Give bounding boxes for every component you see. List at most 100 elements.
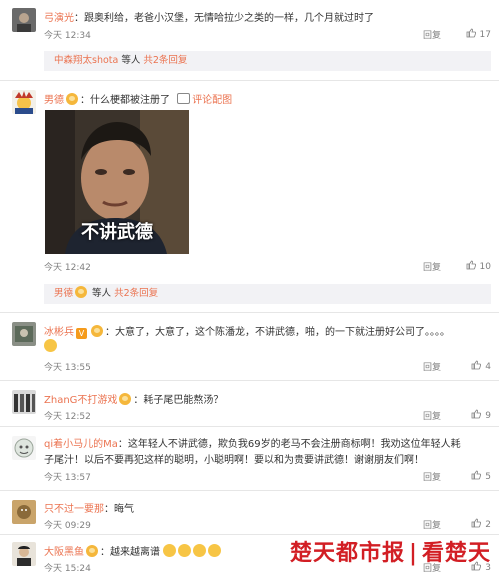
more-replies-link[interactable]: 共2条回复 [114,288,158,299]
clap-emoji-icon [193,544,207,557]
like-button[interactable]: 9 [471,409,491,421]
avatar[interactable] [12,322,36,346]
comment-body: ：越来越离谱 [100,547,160,558]
fan-badge-icon [66,93,78,105]
comment-text: 男德 ：什么梗都被注册了 评论配图 [44,91,491,106]
thumbs-up-icon [466,28,476,38]
timestamp: 今天 12:42 [44,263,91,273]
thumbs-up-icon [471,470,482,480]
comment-text: 弓演光：跟奥利给，老爸小汉堡，无情哈拉少之类的一样，几个月就过时了 [44,9,491,24]
comment-body: ：晦气 [104,504,134,515]
divider [0,312,499,313]
comment-body: ：耗子尾巴能熬汤？ [133,395,224,406]
reply-usernames[interactable]: 男德 [54,288,73,299]
reply-button[interactable]: 回复 [423,360,441,373]
comment-text: 冰彬兵 V ：大意了，大意了，这个陈潘龙，不讲武德，啪，的一下就注册好公司了。。。。 [44,323,491,339]
like-count: 5 [485,472,491,482]
thumbs-up-icon [471,409,482,419]
comment-item: 弓演光：跟奥利给，老爸小汉堡，无情哈拉少之类的一样，几个月就过时了 今天 12:… [0,0,499,78]
like-button[interactable]: 10 [466,260,491,272]
more-replies-link[interactable]: 共2条回复 [143,55,187,66]
timestamp: 今天 12:34 [44,31,91,41]
reply-sep: 等人 [89,288,115,299]
fan-badge-icon [91,325,103,337]
watermark-right: 看楚天 [421,540,491,566]
comment-text: 大阪黑鱼 ：越来越离谱 [44,543,279,558]
avatar[interactable] [12,8,36,32]
watermark-separator: | [408,540,418,566]
meme-caption: 不讲武德 [81,222,153,243]
comment-item: 冰彬兵 V ：大意了，大意了，这个陈潘龙，不讲武德，啪，的一下就注册好公司了。。。。… [0,314,499,378]
avatar[interactable] [12,542,36,566]
comment-text: ZhanG不打游戏 ：耗子尾巴能熬汤？ [44,391,491,406]
comment-body: ：跟奥利给，老爸小汉堡，无情哈拉少之类的一样，几个月就过时了 [74,13,374,24]
divider [0,426,499,427]
comment-text-continued: 子尾汁！以后不要再犯这样的聪明，小聪明啊！要以和为贵要讲武德！谢谢朋友们啊！ [44,451,491,466]
divider [0,380,499,381]
watermark-left: 楚天都市报 [289,540,405,566]
comment-meta: 今天 09:29 回复 2 [44,518,491,532]
reply-button[interactable]: 回复 [423,28,441,41]
username[interactable]: 只不过一要那 [44,504,104,515]
clap-emoji-icon [178,544,192,557]
like-count: 17 [479,30,491,40]
divider [0,490,499,491]
username[interactable]: ZhanG不打游戏 [44,395,117,406]
comment-footer: 今天 12:42 回复 10 男德 等人 共2条回复 [0,258,499,310]
comment-meta: 今天 12:42 回复 10 [44,260,491,274]
username[interactable]: 大阪黑鱼 [44,547,84,558]
like-count: 10 [479,262,491,272]
username[interactable]: 男德 [44,95,64,106]
comment-meta: 今天 12:34 回复 17 [44,28,491,42]
comment-picture-link[interactable]: 评论配图 [177,93,233,106]
like-button[interactable]: 5 [471,470,491,482]
reply-usernames[interactable]: 中森翔太shota [54,55,118,66]
username[interactable]: qi着小马儿的Ma [44,439,118,450]
comment-emoji-line [44,339,491,353]
timestamp: 今天 13:55 [44,363,91,373]
comment-body: ：大意了，大意了，这个陈潘龙，不讲武德，啪，的一下就注册好公司了。。。。 [105,327,450,338]
laughing-emoji-icon [44,339,57,352]
thumbs-up-icon [471,518,482,528]
comment-item: 只不过一要那：晦气 今天 09:29 回复 2 [0,492,499,534]
timestamp: 今天 13:57 [44,473,91,483]
picture-link-label: 评论配图 [192,95,233,106]
like-count: 2 [485,520,491,530]
comment-body-line2: 子尾汁！以后不要再犯这样的聪明，小聪明啊！要以和为贵要讲武德！谢谢朋友们啊！ [44,455,424,466]
divider [0,80,499,81]
like-button[interactable]: 2 [471,518,491,530]
reply-button[interactable]: 回复 [423,409,441,422]
like-count: 9 [485,411,491,421]
timestamp: 今天 15:24 [44,564,91,574]
comment-image[interactable]: 不讲武德 [45,110,189,254]
avatar[interactable] [12,500,36,524]
reply-summary[interactable]: 男德 等人 共2条回复 [44,284,491,304]
comment-body: ：这年轻人不讲武德，欺负我69岁的老马不会注册商标啊！我劝这位年轻人耗 [117,439,461,450]
like-button[interactable]: 17 [466,28,491,40]
reply-button[interactable]: 回复 [423,260,441,273]
username[interactable]: 弓演光 [44,13,74,24]
comment-meta: 今天 12:52 回复 9 [44,409,491,423]
reply-summary[interactable]: 中森翔太shota 等人 共2条回复 [44,51,491,71]
like-button[interactable]: 4 [471,360,491,372]
reply-sep: 等人 [118,55,144,66]
clap-emoji-icon [163,544,177,557]
comment-item: qi着小马儿的Ma：这年轻人不讲武德，欺负我69岁的老马不会注册商标啊！我劝这位… [0,428,499,488]
comment-text: 只不过一要那：晦气 [44,500,491,515]
thumbs-up-icon [471,360,482,370]
reply-button[interactable]: 回复 [423,470,441,483]
comment-meta: 今天 13:55 回复 4 [44,360,491,374]
timestamp: 今天 09:29 [44,521,91,531]
avatar[interactable] [12,390,36,414]
comment-item: ZhanG不打游戏 ：耗子尾巴能熬汤？ 今天 12:52 回复 9 [0,382,499,426]
avatar[interactable] [12,90,36,114]
verified-icon: V [76,328,87,339]
timestamp: 今天 12:52 [44,412,91,422]
comment-text: qi着小马儿的Ma：这年轻人不讲武德，欺负我69岁的老马不会注册商标啊！我劝这位… [44,435,491,450]
username[interactable]: 冰彬兵 [44,327,74,338]
fan-badge-icon [75,286,88,298]
like-count: 4 [485,362,491,372]
avatar[interactable] [12,436,36,460]
reply-button[interactable]: 回复 [423,518,441,531]
thumbs-up-icon [466,260,476,270]
